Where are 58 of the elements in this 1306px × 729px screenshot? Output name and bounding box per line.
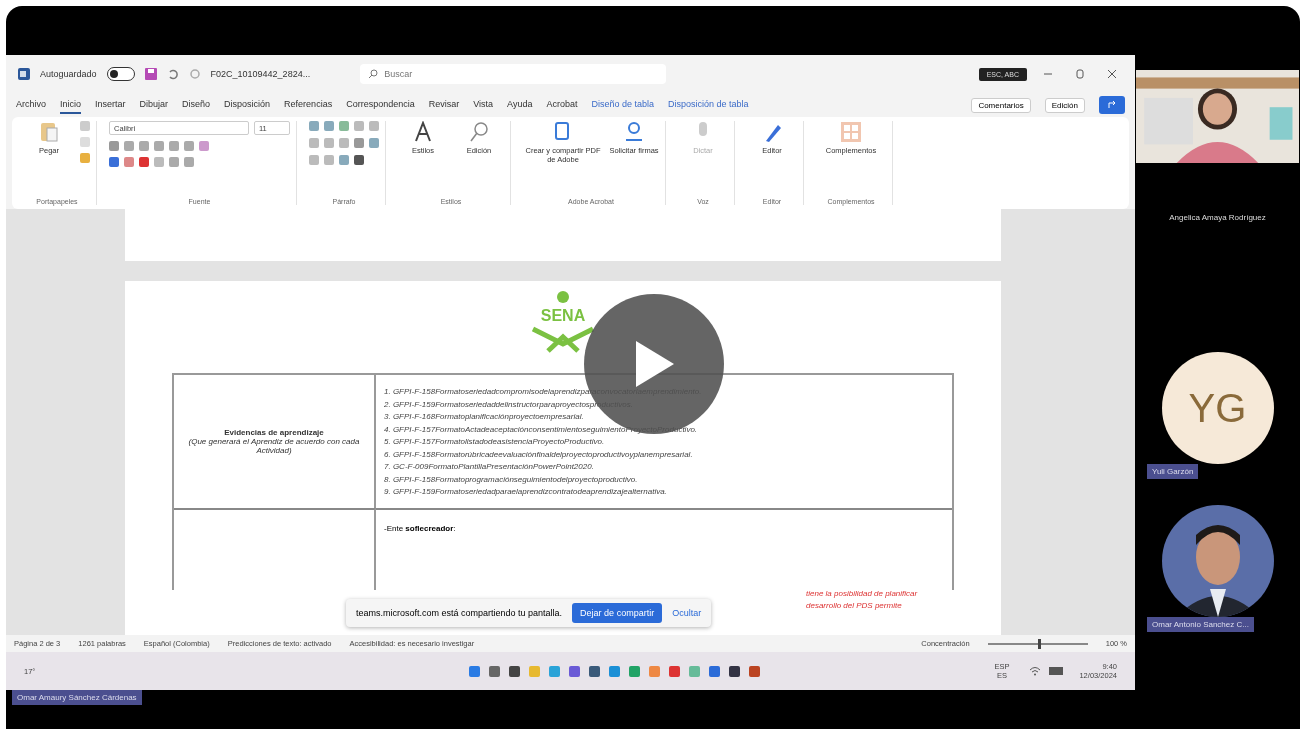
cell-text: -Ente soflecreador: xyxy=(384,524,456,533)
taskbar-app-icon[interactable] xyxy=(589,665,601,677)
search-icon xyxy=(469,121,489,143)
list-item: 3. GFPI-F-168Formatoplanificaciónproyectoempresarial. xyxy=(384,412,585,421)
file-name[interactable]: F02C_10109442_2824... xyxy=(210,69,311,79)
participant-name: Yuli Garzón xyxy=(1147,464,1199,479)
ribbon-tab[interactable]: Insertar xyxy=(95,96,126,114)
participant-avatar: YG xyxy=(1161,352,1274,464)
share-message: teams.microsoft.com está compartiendo tu pantalla. xyxy=(356,608,563,618)
ribbon-tab[interactable]: Inicio xyxy=(60,96,82,114)
ribbon-tab[interactable]: Correspondencia xyxy=(346,96,415,114)
ribbon-tab[interactable]: Diseño de tabla xyxy=(591,96,654,114)
ribbon-tab[interactable]: Vista xyxy=(473,96,494,114)
signer-icon xyxy=(624,121,644,143)
ribbon-tab[interactable]: Acrobat xyxy=(546,96,578,114)
list-item: 9. GFPI-F-159Formatoseriedadparaelaprendizcontratodeaprendizajealternativa. xyxy=(384,487,668,496)
autosave-label: Autoguardado xyxy=(40,69,97,79)
ribbon-tab[interactable]: Diseño xyxy=(182,96,211,114)
search-field[interactable]: Buscar xyxy=(360,64,667,84)
hide-button[interactable]: Ocultar xyxy=(672,608,702,618)
taskbar-app-icon[interactable] xyxy=(489,665,501,677)
taskbar-app-icon[interactable] xyxy=(509,665,521,677)
ribbon-tab[interactable]: Ayuda xyxy=(507,96,533,114)
note-text: tiene la posibilidad de planificar xyxy=(806,589,918,598)
note-text: desarrollo del PDS permite xyxy=(806,601,903,610)
comments-button[interactable]: Comentarios xyxy=(971,97,1031,113)
word-icon xyxy=(18,68,30,80)
undo-icon[interactable] xyxy=(166,68,179,80)
taskbar-app-icon[interactable] xyxy=(749,665,761,677)
grid-icon xyxy=(840,121,862,143)
ribbon-tab[interactable]: Referencias xyxy=(284,96,333,114)
ribbon-tab[interactable]: Archivo xyxy=(16,96,46,114)
save-icon[interactable] xyxy=(144,68,157,80)
participant-name: Omar Antonio Sanchez C... xyxy=(1147,617,1254,632)
list-item: 6. GFPI-F-158Formatorúbricadeevaluaciónfinaldelproyectoproductivoyplanempresarial. xyxy=(384,449,694,459)
wifi-icon[interactable] xyxy=(1029,666,1042,676)
presenter-name: Omar Amaury Sánchez Cárdenas xyxy=(12,690,142,705)
participant-name: Angelica Amaya Rodríguez xyxy=(1169,213,1266,222)
battery-icon[interactable] xyxy=(1049,667,1066,675)
letter-a-icon xyxy=(413,121,433,143)
ribbon-tab[interactable]: Dibujar xyxy=(139,96,169,114)
search-icon xyxy=(368,69,379,79)
redo-icon[interactable] xyxy=(188,68,201,80)
editing-mode-button[interactable]: Edición xyxy=(1044,97,1085,113)
list-item: 8. GFPI-F-158Formatoprogramaciónseguimientodelproyectoproductivo. xyxy=(384,474,639,484)
ribbon-tab[interactable]: Disposición xyxy=(224,96,271,114)
list-item: 7. GC-F-009FormatoPlantillaPresentaciónPowerPoint2020. xyxy=(384,462,595,471)
stop-sharing-button[interactable]: Dejar de compartir xyxy=(572,603,663,623)
share-button[interactable] xyxy=(1099,96,1125,114)
ribbon-tab[interactable]: Disposición de tabla xyxy=(668,96,749,114)
share-icon xyxy=(1107,100,1117,110)
clipboard-icon xyxy=(39,121,59,143)
list-item: 5. GFPI-F-157FormatolistadodeasistenciaProyectoProductivo. xyxy=(384,437,606,446)
cell-heading: Evidencias de aprendizaje xyxy=(224,428,324,437)
cell-note: (Que generará el Aprendiz de acuerdo con cada Actividad) xyxy=(188,437,360,455)
autosave-toggle[interactable] xyxy=(106,67,135,81)
taskbar-app-icon[interactable] xyxy=(729,665,741,677)
ribbon-tab[interactable]: Revisar xyxy=(428,96,460,114)
